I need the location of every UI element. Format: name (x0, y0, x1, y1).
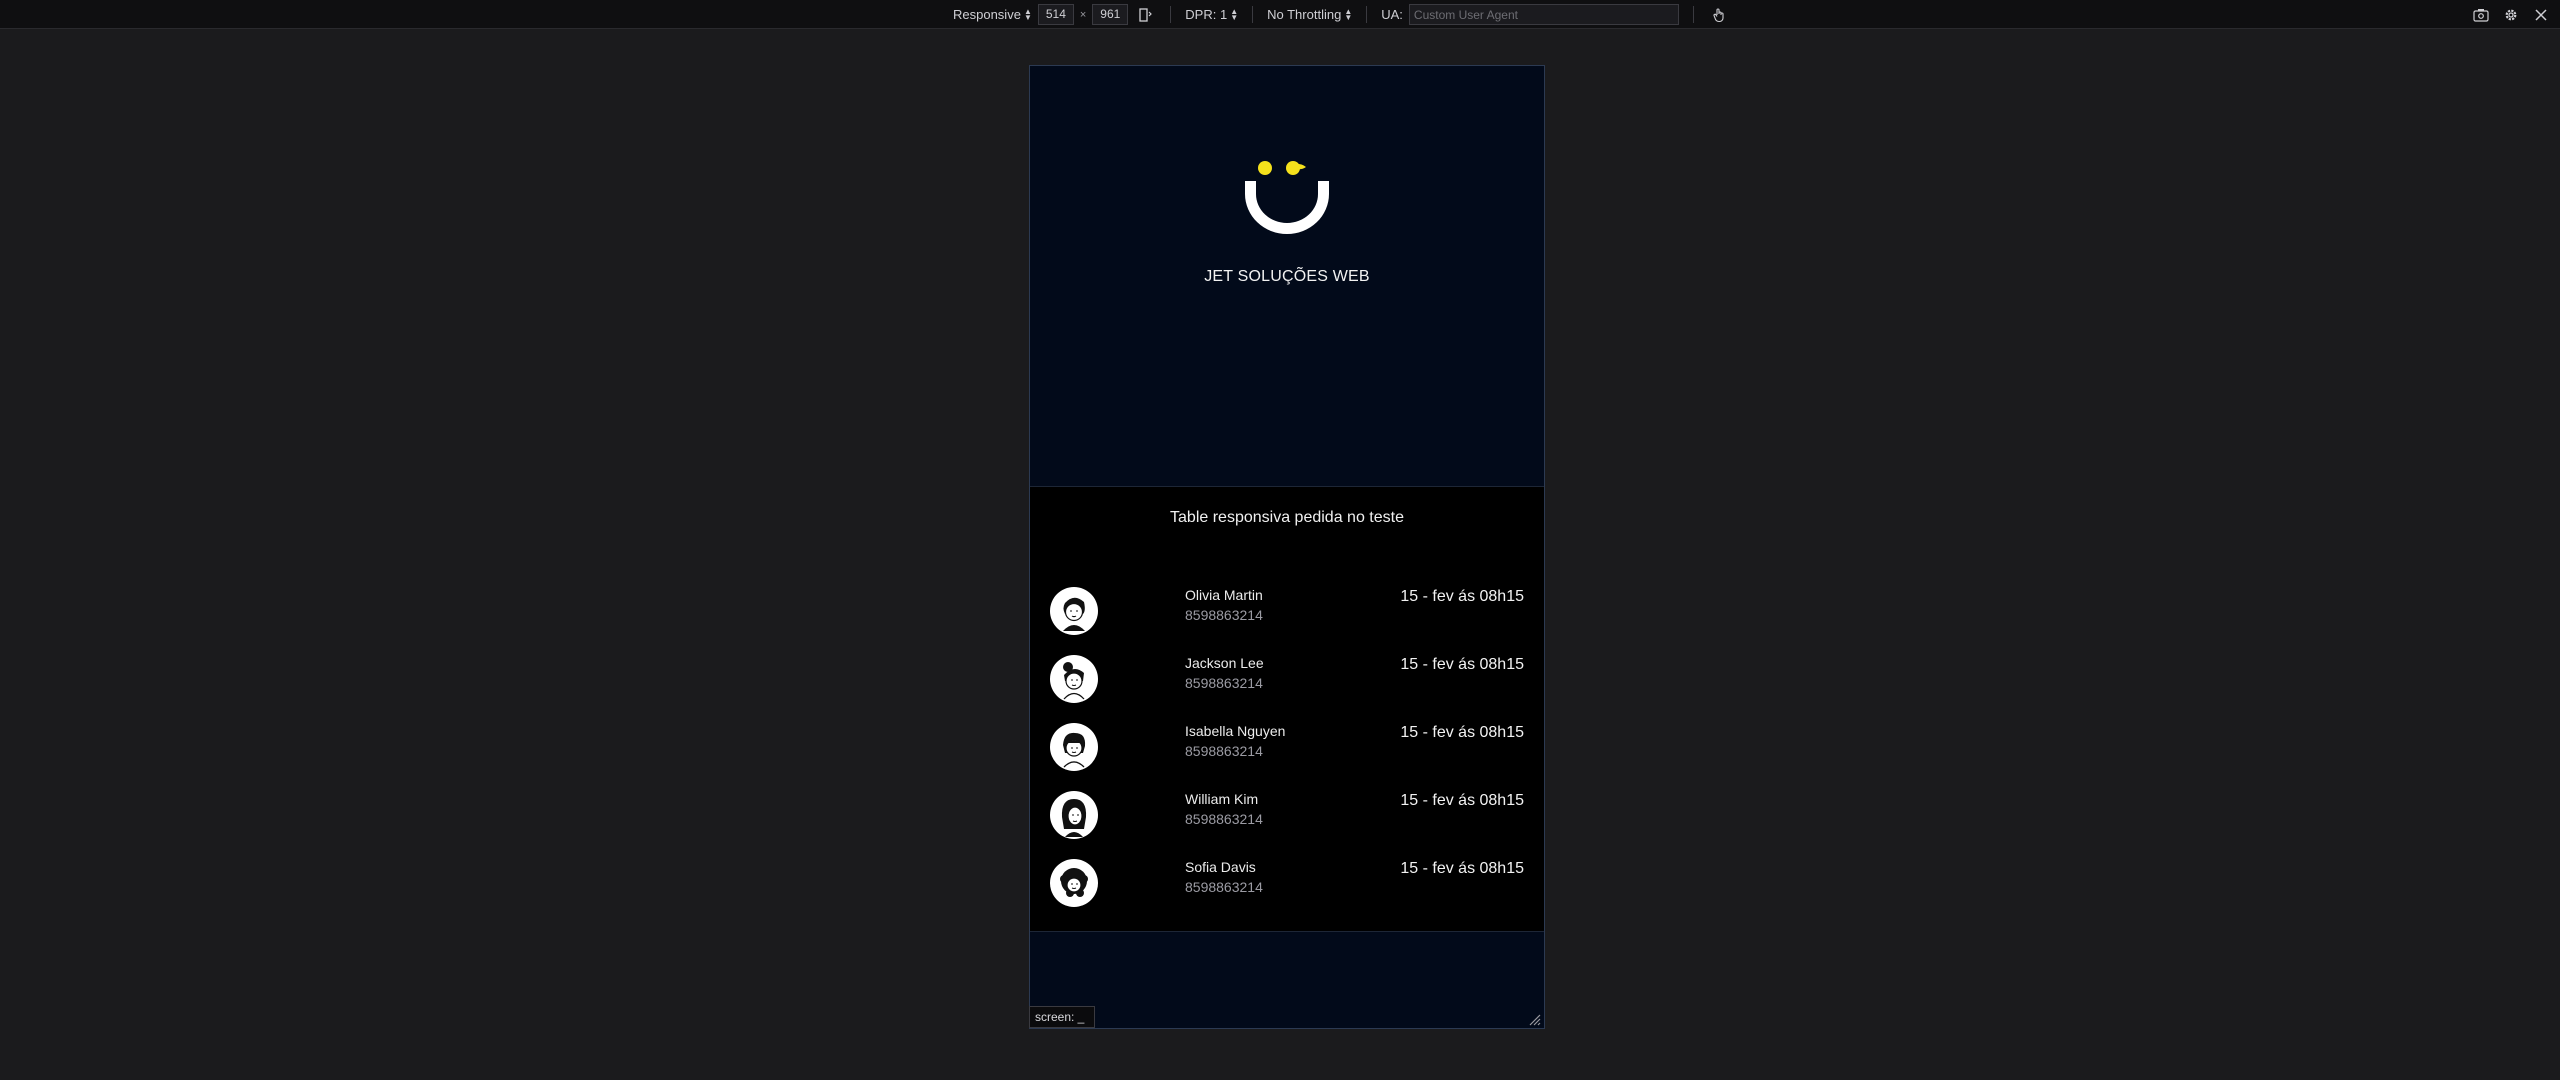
avatar (1050, 587, 1098, 635)
table-row[interactable]: William Kim 8598863214 15 - fev ás 08h15 (1030, 791, 1544, 859)
avatar (1050, 655, 1098, 703)
select-arrows-icon: ▲ ▼ (1230, 6, 1239, 22)
jet-logo (1245, 161, 1329, 234)
row-phone: 8598863214 (1185, 607, 1263, 623)
table-row[interactable]: Sofia Davis 8598863214 15 - fev ás 08h15 (1030, 859, 1544, 927)
responsive-table: Table responsiva pedida no teste Olivia … (1030, 486, 1544, 932)
width-input[interactable]: 514 (1037, 4, 1074, 25)
resize-handle-icon[interactable] (1527, 1012, 1541, 1026)
toolbar-divider (1170, 6, 1172, 23)
rotate-device-icon[interactable] (1134, 4, 1156, 26)
throttling-select[interactable]: No Throttling ▲ ▼ (1267, 7, 1352, 22)
row-phone: 8598863214 (1185, 811, 1263, 827)
brand-name: JET SOLUÇÕES WEB (1204, 268, 1370, 285)
select-arrows-icon: ▲ ▼ (1023, 6, 1032, 22)
screen-size-tag: screen: _ (1029, 1006, 1095, 1028)
table-row[interactable]: Olivia Martin 8598863214 15 - fev ás 08h… (1030, 587, 1544, 655)
height-input[interactable]: 961 (1092, 4, 1129, 25)
close-icon[interactable] (2530, 4, 2552, 26)
screenshot-icon[interactable] (2470, 4, 2492, 26)
row-date: 15 - fev ás 08h15 (1400, 656, 1524, 673)
throttling-label: No Throttling (1267, 7, 1342, 22)
row-name: Isabella Nguyen (1185, 723, 1286, 739)
toolbar-divider (1692, 6, 1694, 23)
row-date: 15 - fev ás 08h15 (1400, 724, 1524, 741)
row-date: 15 - fev ás 08h15 (1400, 792, 1524, 809)
user-agent-input[interactable] (1408, 4, 1679, 25)
toolbar-divider (1366, 6, 1368, 23)
row-phone: 8598863214 (1185, 743, 1263, 759)
device-mode-select[interactable]: Responsive ▲ ▼ (953, 7, 1032, 22)
devtools-toolbar: Responsive ▲ ▼ 514 × 961 DPR: 1 ▲ ▼ No Thr… (0, 0, 2560, 29)
row-name: Olivia Martin (1185, 587, 1263, 603)
row-phone: 8598863214 (1185, 675, 1263, 691)
toolbar-right-actions (2470, 0, 2552, 29)
row-date: 15 - fev ás 08h15 (1400, 860, 1524, 877)
table-row[interactable]: Jackson Lee 8598863214 15 - fev ás 08h15 (1030, 655, 1544, 723)
dpr-label: DPR: 1 (1185, 7, 1228, 22)
avatar (1050, 791, 1098, 839)
settings-icon[interactable] (2500, 4, 2522, 26)
row-name: Jackson Lee (1185, 655, 1264, 671)
table-row[interactable]: Isabella Nguyen 8598863214 15 - fev ás 0… (1030, 723, 1544, 791)
device-viewport: JET SOLUÇÕES WEB Table responsiva pedida… (1029, 65, 1545, 1029)
select-arrows-icon: ▲ ▼ (1344, 6, 1353, 22)
footer-area (1030, 932, 1544, 1028)
table-title: Table responsiva pedida no teste (1170, 509, 1404, 526)
row-name: William Kim (1185, 791, 1259, 807)
hero-section: JET SOLUÇÕES WEB (1030, 66, 1544, 486)
toolbar-divider (1252, 6, 1254, 23)
dpr-select[interactable]: DPR: 1 ▲ ▼ (1185, 7, 1238, 22)
row-name: Sofia Davis (1185, 859, 1256, 875)
table-rows: Olivia Martin 8598863214 15 - fev ás 08h… (1030, 587, 1544, 927)
avatar (1050, 859, 1098, 907)
avatar (1050, 723, 1098, 771)
row-phone: 8598863214 (1185, 879, 1263, 895)
toolbar-controls: Responsive ▲ ▼ 514 × 961 DPR: 1 ▲ ▼ No Thr… (953, 0, 1730, 29)
touch-icon[interactable] (1708, 4, 1730, 26)
ua-label: UA: (1381, 7, 1403, 22)
times-separator: × (1079, 8, 1087, 21)
device-mode-label: Responsive (953, 7, 1021, 22)
row-date: 15 - fev ás 08h15 (1400, 588, 1524, 605)
